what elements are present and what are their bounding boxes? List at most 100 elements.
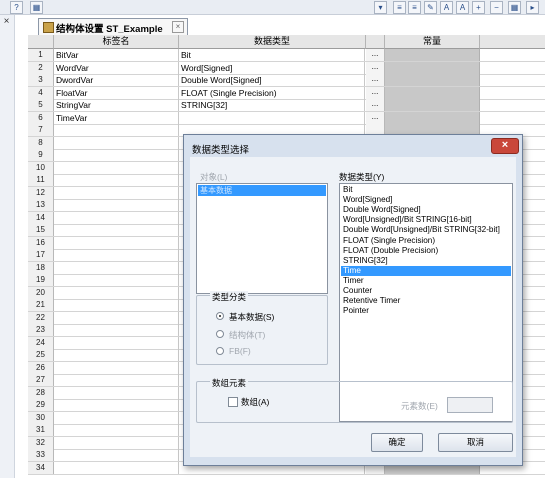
tag-name-cell[interactable] xyxy=(54,461,179,474)
column-header-type[interactable]: 数据类型 xyxy=(179,35,366,49)
array-checkbox[interactable] xyxy=(228,397,238,407)
object-item-basic[interactable]: 基本数据 xyxy=(198,185,326,196)
more-icon[interactable]: ▸ xyxy=(526,1,539,14)
pen-icon[interactable]: ✎ xyxy=(424,1,437,14)
tag-name-cell[interactable]: DwordVar xyxy=(54,74,179,86)
type-list-item[interactable]: Counter xyxy=(341,286,511,296)
tag-name-cell[interactable]: TimeVar xyxy=(54,111,179,124)
tag-name-cell[interactable] xyxy=(54,324,179,336)
table-row[interactable]: 4 FloatVar FLOAT (Single Precision)... xyxy=(28,86,545,100)
tag-name-cell[interactable] xyxy=(54,224,179,236)
constant-cell[interactable] xyxy=(385,111,480,124)
type-list-item[interactable]: Word[Signed] xyxy=(341,195,511,205)
object-list[interactable]: 基本数据 xyxy=(196,183,328,294)
constant-cell[interactable] xyxy=(385,99,480,111)
browse-type-button[interactable]: ... xyxy=(366,61,385,74)
dialog-close-button[interactable]: × xyxy=(491,138,519,154)
align-left-icon[interactable]: ≡ xyxy=(393,1,406,14)
table-icon[interactable]: ▦ xyxy=(30,1,43,14)
table-row[interactable]: 3 DwordVar Double Word[Signed]... xyxy=(28,74,545,87)
type-list-item[interactable]: STRING[32] xyxy=(341,256,511,266)
grid-icon[interactable]: ▦ xyxy=(508,1,521,14)
tag-name-cell[interactable] xyxy=(54,199,179,211)
browse-type-button[interactable]: ... xyxy=(366,86,385,99)
tag-name-cell[interactable] xyxy=(54,211,179,224)
tag-name-cell[interactable]: StringVar xyxy=(54,99,179,111)
help-icon[interactable]: ? xyxy=(10,1,23,14)
tag-name-cell[interactable] xyxy=(54,286,179,299)
align-center-icon[interactable]: ≡ xyxy=(408,1,421,14)
element-count-input[interactable] xyxy=(447,397,493,413)
column-header-const[interactable]: 常量 xyxy=(385,35,480,49)
data-type-cell[interactable]: FLOAT (Single Precision) xyxy=(179,86,365,99)
font-size-icon[interactable]: A xyxy=(456,1,469,14)
tab-close-icon[interactable]: × xyxy=(172,21,184,33)
cancel-button[interactable]: 取消 xyxy=(438,433,513,452)
tab-struct-settings[interactable]: 结构体设置 ST_Example × xyxy=(38,18,188,35)
type-list-item[interactable]: Word[Unsigned]/Bit STRING[16-bit] xyxy=(341,215,511,225)
data-type-cell[interactable]: Bit xyxy=(179,49,365,61)
tag-name-cell[interactable] xyxy=(54,349,179,361)
table-row[interactable]: 2 WordVar Word[Signed]... xyxy=(28,61,545,75)
ok-button[interactable]: 确定 xyxy=(371,433,423,452)
constant-cell[interactable] xyxy=(385,49,480,61)
row-number: 1 xyxy=(28,49,54,61)
type-list-item[interactable]: Double Word[Unsigned]/Bit STRING[32-bit] xyxy=(341,225,511,235)
browse-type-button[interactable]: ... xyxy=(366,111,385,124)
tag-name-cell[interactable] xyxy=(54,311,179,324)
tag-name-cell[interactable] xyxy=(54,399,179,411)
radio-fb[interactable] xyxy=(216,347,224,355)
column-header-name[interactable]: 标签名 xyxy=(54,35,179,49)
tag-name-cell[interactable] xyxy=(54,299,179,311)
tag-name-cell[interactable] xyxy=(54,249,179,261)
type-list-item[interactable]: Double Word[Signed] xyxy=(341,205,511,215)
tag-name-cell[interactable] xyxy=(54,161,179,174)
tag-name-cell[interactable] xyxy=(54,236,179,249)
tag-name-cell[interactable] xyxy=(54,436,179,449)
tag-name-cell[interactable] xyxy=(54,149,179,161)
data-type-cell[interactable]: STRING[32] xyxy=(179,99,365,111)
tag-name-cell[interactable] xyxy=(54,386,179,399)
radio-struct[interactable] xyxy=(216,330,224,338)
tag-name-cell[interactable] xyxy=(54,174,179,186)
zoom-out-icon[interactable]: − xyxy=(490,1,503,14)
tag-name-cell[interactable] xyxy=(54,274,179,286)
type-list-item[interactable]: Timer xyxy=(341,276,511,286)
browse-type-button[interactable]: ... xyxy=(366,99,385,111)
tag-name-cell[interactable]: WordVar xyxy=(54,61,179,74)
radio-basic[interactable] xyxy=(216,312,224,320)
type-list-item[interactable]: Time xyxy=(341,265,511,276)
constant-cell[interactable] xyxy=(385,61,480,74)
data-type-cell[interactable]: Double Word[Signed] xyxy=(179,74,365,86)
close-icon[interactable]: × xyxy=(1,16,12,27)
dropdown-icon[interactable]: ▾ xyxy=(374,1,387,14)
type-list-item[interactable]: Bit xyxy=(341,185,511,195)
type-list-item[interactable]: FLOAT (Double Precision) xyxy=(341,246,511,256)
browse-type-button[interactable]: ... xyxy=(366,74,385,86)
tag-name-cell[interactable] xyxy=(54,124,179,136)
type-list-item[interactable]: Pointer xyxy=(341,306,511,316)
tag-name-cell[interactable] xyxy=(54,136,179,149)
zoom-in-icon[interactable]: + xyxy=(472,1,485,14)
tag-name-cell[interactable] xyxy=(54,336,179,349)
tag-name-cell[interactable] xyxy=(54,411,179,424)
table-row[interactable]: 1 BitVar Bit... xyxy=(28,49,545,62)
tag-name-cell[interactable] xyxy=(54,186,179,199)
data-type-cell[interactable] xyxy=(179,111,365,124)
tag-name-cell[interactable] xyxy=(54,449,179,461)
tag-name-cell[interactable]: FloatVar xyxy=(54,86,179,99)
data-type-cell[interactable]: Word[Signed] xyxy=(179,61,365,74)
type-list-item[interactable]: FLOAT (Single Precision) xyxy=(341,236,511,246)
table-row[interactable]: 5 StringVar STRING[32]... xyxy=(28,99,545,112)
constant-cell[interactable] xyxy=(385,74,480,86)
constant-cell[interactable] xyxy=(385,86,480,99)
tag-name-cell[interactable] xyxy=(54,361,179,374)
tag-name-cell[interactable] xyxy=(54,424,179,436)
tag-name-cell[interactable] xyxy=(54,374,179,386)
tag-name-cell[interactable] xyxy=(54,261,179,274)
tag-name-cell[interactable]: BitVar xyxy=(54,49,179,61)
browse-type-button[interactable]: ... xyxy=(366,49,385,61)
type-list-item[interactable]: Retentive Timer xyxy=(341,296,511,306)
table-row[interactable]: 6 TimeVar... xyxy=(28,111,545,125)
font-icon[interactable]: A xyxy=(440,1,453,14)
